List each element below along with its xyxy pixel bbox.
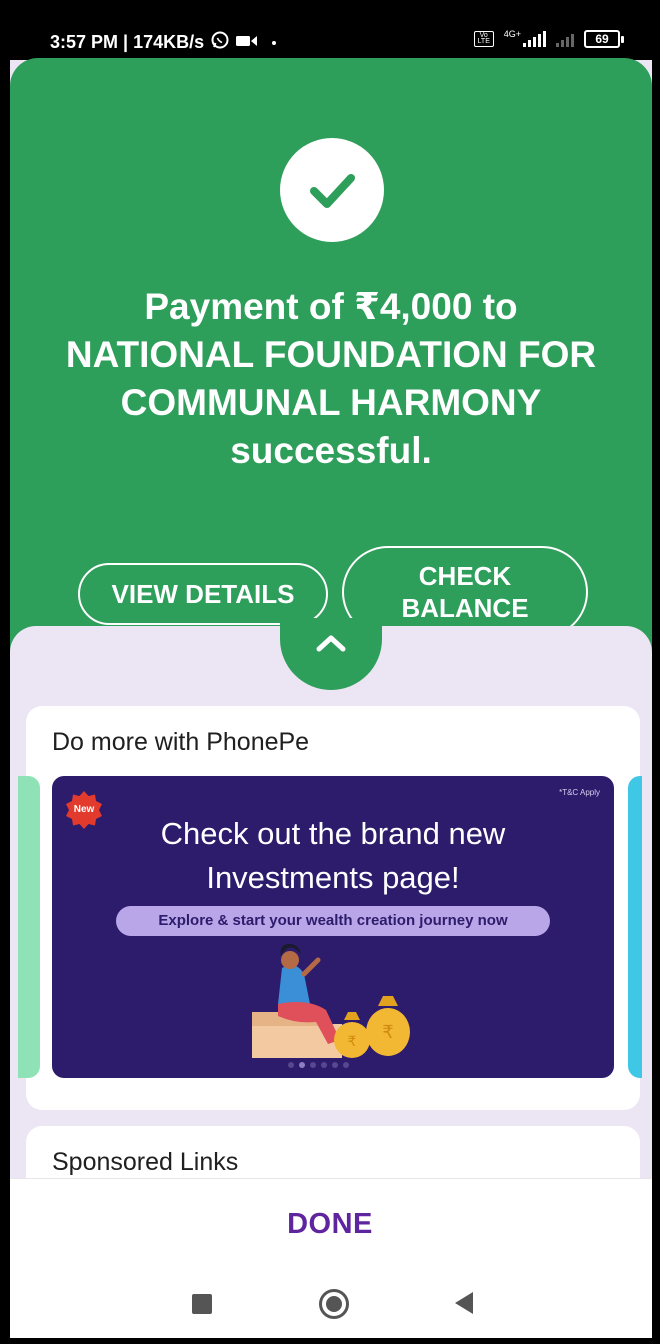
carousel-dot — [321, 1062, 327, 1068]
svg-text:₹: ₹ — [382, 1022, 393, 1043]
success-check-icon — [280, 138, 384, 242]
signal-strength-icon — [523, 31, 546, 47]
terms-apply-label: *T&C Apply — [559, 788, 600, 797]
investment-illustration: ₹ ₹ — [252, 944, 410, 1058]
view-details-button[interactable]: VIEW DETAILS — [78, 563, 328, 625]
status-left: 3:57 PM | 174KB/s — [50, 30, 277, 55]
status-bar: 3:57 PM | 174KB/s Vo LTE 4G+ 69 — [10, 8, 652, 60]
done-button[interactable]: DONE — [230, 1201, 430, 1247]
investments-promo-banner[interactable]: New *T&C Apply Check out the brand new I… — [52, 776, 614, 1078]
banner-headline: Check out the brand new Investments page… — [52, 812, 614, 900]
carousel-prev-peek[interactable] — [18, 776, 40, 1078]
do-more-card: Do more with PhonePe New *T&C Apply Chec… — [18, 706, 642, 1110]
carousel-dot — [288, 1062, 294, 1068]
phone-screen: 3:57 PM | 174KB/s Vo LTE 4G+ 69 Payment … — [10, 8, 652, 1338]
banner-headline-text: Check out the brand new Investments page… — [160, 816, 506, 895]
volte-icon: Vo LTE — [473, 31, 494, 47]
check-balance-label: CHECK BALANCE — [401, 561, 529, 623]
system-navigation-bar — [10, 1268, 652, 1338]
nav-back-icon[interactable] — [455, 1292, 473, 1314]
signal-strength-sim2-icon — [556, 31, 574, 47]
device-frame: 3:57 PM | 174KB/s Vo LTE 4G+ 69 Payment … — [0, 0, 660, 1344]
carousel-dot — [343, 1062, 349, 1068]
status-time: 3:57 PM | 174KB/s — [50, 32, 205, 52]
sponsored-links-title: Sponsored Links — [52, 1148, 239, 1176]
notification-dot-icon — [272, 40, 277, 45]
video-icon — [236, 32, 258, 53]
battery-icon: 69 — [584, 30, 624, 48]
status-right: Vo LTE 4G+ 69 — [473, 29, 624, 48]
carousel-dot — [310, 1062, 316, 1068]
chevron-up-icon — [316, 635, 346, 652]
nav-recents-icon[interactable] — [192, 1294, 212, 1314]
carousel-dot — [332, 1062, 338, 1068]
payment-success-message: Payment of ₹4,000 to NATIONAL FOUNDATION… — [65, 286, 597, 471]
banner-cta-pill: Explore & start your wealth creation jou… — [116, 906, 550, 936]
payment-success-header: Payment of ₹4,000 to NATIONAL FOUNDATION… — [10, 58, 652, 658]
carousel-next-peek[interactable] — [628, 776, 642, 1078]
carousel-indicator — [288, 1062, 349, 1068]
do-more-title: Do more with PhonePe — [52, 728, 310, 756]
done-bar: DONE — [10, 1178, 652, 1268]
carousel-dot-active — [299, 1062, 305, 1068]
network-type-label: 4G+ — [503, 29, 521, 39]
svg-text:₹: ₹ — [348, 1034, 357, 1050]
nav-home-icon[interactable] — [319, 1289, 349, 1319]
whatsapp-icon — [210, 30, 230, 55]
